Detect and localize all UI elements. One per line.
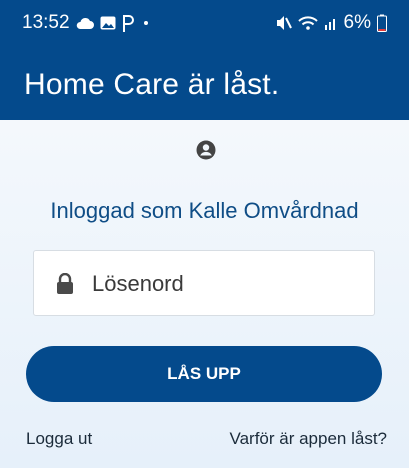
app-bar: Home Care är låst. (0, 46, 409, 120)
wifi-icon (297, 16, 318, 30)
password-field[interactable]: Lösenord (33, 250, 375, 316)
dot-icon (142, 19, 150, 27)
lock-screen: Inloggad som Kalle Omvårdnad Lösenord LÅ… (0, 120, 409, 468)
status-right: 6% (274, 12, 387, 34)
status-left: 13:52 (22, 12, 150, 34)
why-locked-link[interactable]: Varför är appen låst? (230, 429, 388, 449)
battery-percent: 6% (343, 12, 371, 33)
cloud-icon (76, 17, 94, 29)
signal-icon (324, 16, 338, 30)
image-icon (100, 16, 116, 30)
p-icon (122, 14, 136, 32)
status-time: 13:52 (22, 12, 70, 33)
status-bar: 13:52 6% (0, 0, 409, 46)
logged-in-label: Inloggad som Kalle Omvårdnad (50, 198, 359, 223)
page-title: Home Care är låst. (24, 68, 280, 101)
lock-icon (57, 273, 73, 294)
logout-link[interactable]: Logga ut (26, 429, 92, 449)
user-icon (196, 140, 216, 160)
password-placeholder: Lösenord (92, 271, 184, 296)
unlock-button-label: LÅS UPP (167, 364, 241, 383)
unlock-button[interactable]: LÅS UPP (26, 346, 382, 402)
battery-icon (377, 14, 387, 32)
mute-icon (274, 15, 292, 31)
